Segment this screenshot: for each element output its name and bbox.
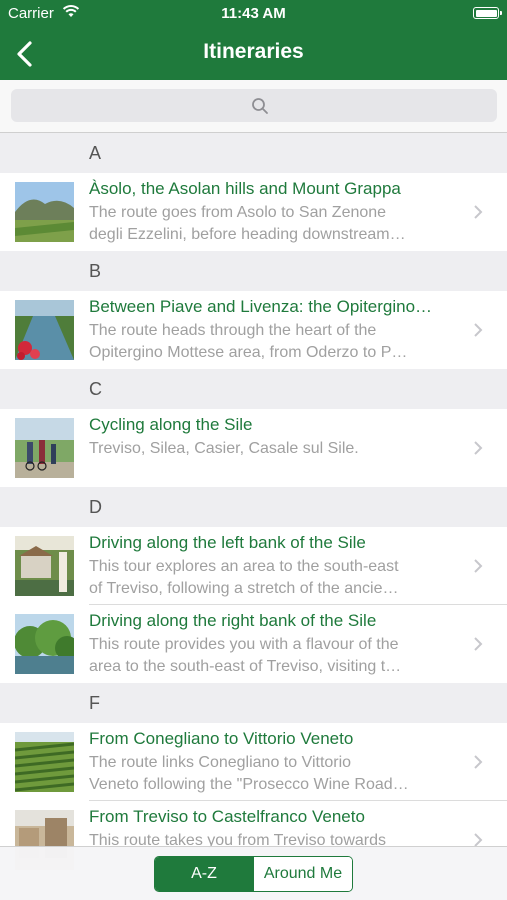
item-title: Driving along the right bank of the Sile <box>89 611 377 630</box>
section-letter: A <box>89 143 102 163</box>
list-item[interactable]: Between Piave and Livenza: the Opitergin… <box>0 291 507 369</box>
page-title: Itineraries <box>203 40 304 63</box>
section-header-f: F <box>0 683 507 723</box>
item-title: From Conegliano to Vittorio Veneto <box>89 729 354 748</box>
section-letter: D <box>89 497 102 517</box>
section-letter: C <box>89 379 102 399</box>
search-bar <box>0 80 507 133</box>
search-input[interactable] <box>11 89 497 122</box>
item-description: The route goes from Asolo to San Zenone … <box>89 204 406 243</box>
item-title: Between Piave and Livenza: the Opitergin… <box>89 297 433 316</box>
search-field-container <box>11 89 497 122</box>
section-header-c: C <box>0 369 507 409</box>
item-description: Treviso, Silea, Casier, Casale sul Sile. <box>89 440 359 457</box>
list-item[interactable]: From Conegliano to Vittorio Veneto The r… <box>0 723 507 801</box>
chevron-right-icon <box>474 559 483 573</box>
item-description: The route links Conegliano to Vittorio V… <box>89 754 409 793</box>
section-header-d: D <box>0 487 507 527</box>
item-description: This tour explores an area to the south-… <box>89 558 399 597</box>
item-description: This route provides you with a flavour o… <box>89 636 402 675</box>
chevron-right-icon <box>474 441 483 455</box>
sort-segmented-control: A-Z Around Me <box>154 856 353 892</box>
battery-icon <box>473 7 502 19</box>
section-letter: B <box>89 261 102 281</box>
item-title: Cycling along the Sile <box>89 415 253 434</box>
segment-around-me[interactable]: Around Me <box>253 857 352 891</box>
item-title: Àsolo, the Asolan hills and Mount Grappa <box>89 179 401 198</box>
itinerary-thumbnail <box>15 418 74 478</box>
list-item[interactable]: Àsolo, the Asolan hills and Mount Grappa… <box>0 173 507 251</box>
section-header-b: B <box>0 251 507 291</box>
status-bar: Carrier 11:43 AM <box>0 0 507 28</box>
chevron-right-icon <box>474 755 483 769</box>
itinerary-thumbnail <box>15 300 74 360</box>
section-header-a: A <box>0 133 507 173</box>
itinerary-thumbnail <box>15 536 74 596</box>
item-title: From Treviso to Castelfranco Veneto <box>89 807 365 826</box>
list-item[interactable]: Cycling along the Sile Treviso, Silea, C… <box>0 409 507 487</box>
segment-a-z[interactable]: A-Z <box>155 857 253 891</box>
list-item[interactable]: Driving along the right bank of the Sile… <box>0 605 507 683</box>
chevron-right-icon <box>474 205 483 219</box>
section-letter: F <box>89 693 100 713</box>
list-item[interactable]: Driving along the left bank of the Sile … <box>0 527 507 605</box>
bottom-toolbar: A-Z Around Me <box>0 846 507 900</box>
chevron-right-icon <box>474 323 483 337</box>
navigation-bar: Itineraries <box>0 28 507 80</box>
item-description: The route heads through the heart of the… <box>89 322 408 361</box>
itinerary-thumbnail <box>15 182 74 242</box>
item-title: Driving along the left bank of the Sile <box>89 533 366 552</box>
itinerary-thumbnail <box>15 614 74 674</box>
clock-time: 11:43 AM <box>221 5 286 22</box>
itinerary-thumbnail <box>15 732 74 792</box>
chevron-right-icon <box>474 637 483 651</box>
